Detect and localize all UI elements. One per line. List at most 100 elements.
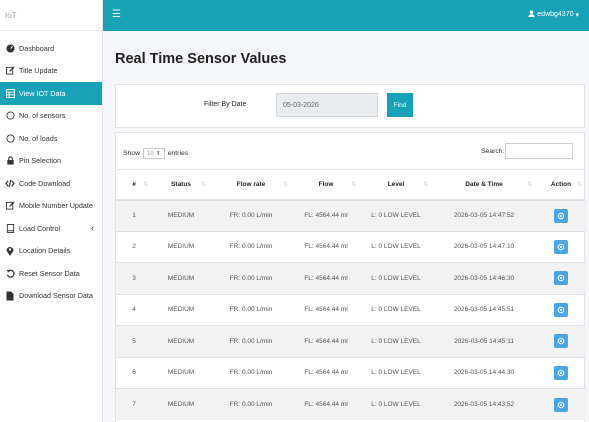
select-caret-icon: ⬍ — [155, 151, 161, 157]
sensor-table: # ⇅ Status ⇅ Flow rate ⇅ Flow ⇅ Level ⇅ Date … — [116, 169, 586, 420]
sidebar-item-label: Download Sensor Data — [19, 291, 93, 301]
search-input[interactable] — [505, 143, 573, 159]
action-cell — [536, 230, 586, 263]
sidebar-item-label: No. of sensors — [19, 111, 66, 121]
sidebar-item-no-of-sensors[interactable]: No. of sensors — [0, 105, 102, 128]
filter-label: Filter By Date — [204, 101, 247, 108]
chevron-left-icon: ‹ — [91, 223, 94, 234]
sidebar-item-label: Reset Sensor Data — [19, 268, 80, 278]
eye-icon — [557, 306, 565, 313]
sort-icon: ⇅ — [422, 182, 428, 188]
sidebar-item-pin-selection[interactable]: Pin Selection — [0, 150, 102, 173]
action-cell — [536, 356, 586, 389]
table-cell: FL: 4564.44 ml — [292, 262, 360, 294]
sidebar-item-load-control[interactable]: Load Control ‹ — [0, 217, 102, 240]
column-header[interactable]: Flow ⇅ — [292, 169, 360, 201]
user-icon — [528, 10, 535, 19]
table-cell: 2026-03-05 14:47:10 — [432, 230, 536, 263]
table-cell: 1 — [116, 199, 152, 231]
table-cell: L: 0 LOW LEVEL — [360, 293, 432, 326]
entries-label: entries — [167, 150, 189, 157]
sidebar-item-view-iot-data[interactable]: View IOT Data — [0, 82, 102, 105]
table-cell: 2026-03-05 14:43:52 — [432, 388, 536, 420]
table-cell: L: 0 LOW LEVEL — [360, 356, 432, 389]
table-cell: FR: 0.00 L/min — [210, 230, 292, 263]
sidebar-nav: Dashboard Title Update View IOT Data No.… — [0, 31, 102, 307]
sidebar: IoT Dashboard Title Update View IOT Data… — [0, 0, 103, 422]
view-button[interactable] — [554, 239, 568, 254]
sidebar-item-no-of-loads[interactable]: No. of loads — [0, 127, 102, 150]
eye-icon — [557, 212, 565, 219]
table-cell: 4 — [116, 293, 152, 326]
action-cell — [536, 262, 586, 294]
table-cell: 2026-03-05 14:44:30 — [432, 356, 536, 389]
table-cell: 5 — [116, 325, 152, 357]
menu-toggle-icon[interactable]: ☰ — [112, 9, 121, 20]
view-button[interactable] — [554, 365, 568, 380]
user-name: edwbg4370 — [537, 11, 574, 18]
sidebar-item-download-sensor-data[interactable]: Download Sensor Data — [0, 285, 102, 308]
map-marker-icon — [5, 246, 15, 256]
action-cell — [536, 325, 586, 357]
sidebar-item-code-download[interactable]: Code Download — [0, 172, 102, 195]
table-cell: MEDIUM — [152, 230, 210, 263]
sidebar-item-title-update[interactable]: Title Update — [0, 60, 102, 83]
action-cell — [536, 388, 586, 420]
table-cell: FL: 4564.44 ml — [292, 230, 360, 263]
brand-logo[interactable]: IoT — [0, 0, 102, 31]
find-button[interactable]: Find — [387, 93, 413, 117]
view-button[interactable] — [554, 397, 568, 412]
table-cell: FL: 4564.44 ml — [292, 293, 360, 326]
sort-icon: ⇅ — [142, 182, 148, 188]
view-button[interactable] — [554, 208, 568, 223]
table-cell: FL: 4564.44 ml — [292, 199, 360, 231]
column-header[interactable]: Action ⇅ — [536, 169, 586, 201]
table-cell: 2 — [116, 230, 152, 263]
sidebar-item-label: No. of loads — [19, 133, 58, 143]
table-cell: 7 — [116, 388, 152, 420]
view-button[interactable] — [554, 334, 568, 349]
column-header[interactable]: Date & Time ⇅ — [432, 169, 536, 201]
user-menu[interactable]: edwbg4370 ▾ — [528, 10, 579, 19]
sort-icon: ⇅ — [526, 182, 532, 188]
dashboard-icon — [5, 43, 15, 53]
table-cell: MEDIUM — [152, 388, 210, 420]
table-cell: MEDIUM — [152, 262, 210, 294]
table-cell: MEDIUM — [152, 356, 210, 389]
caret-down-icon: ▾ — [575, 11, 579, 19]
circle-icon — [5, 111, 15, 121]
table-cell: FR: 0.00 L/min — [210, 356, 292, 389]
date-input[interactable] — [276, 93, 378, 117]
eye-icon — [557, 401, 565, 408]
sidebar-item-label: Title Update — [19, 66, 58, 76]
show-label: Show — [123, 150, 141, 157]
sidebar-item-mobile-number-update[interactable]: Mobile Number Update — [0, 195, 102, 218]
action-cell — [536, 293, 586, 326]
view-button[interactable] — [554, 271, 568, 286]
sort-icon: ⇅ — [282, 182, 288, 188]
column-header[interactable]: Flow rate ⇅ — [210, 169, 292, 201]
sidebar-item-label: Load Control — [19, 223, 61, 233]
view-button[interactable] — [554, 302, 568, 317]
sidebar-item-label: Dashboard — [19, 43, 55, 53]
table-row: 7 MEDIUM FR: 0.00 L/min FL: 4564.44 ml L: 0 … — [116, 388, 586, 420]
edit-icon — [5, 201, 15, 211]
sidebar-item-label: Location Details — [19, 246, 71, 256]
sidebar-item-dashboard[interactable]: Dashboard — [0, 37, 102, 60]
edit-icon — [5, 66, 15, 76]
table-card: Show 10 ⬍ entries Search: # ⇅ Status ⇅ Flow… — [115, 132, 586, 422]
table-cell: FR: 0.00 L/min — [210, 293, 292, 326]
eye-icon — [557, 369, 565, 376]
column-header[interactable]: Level ⇅ — [360, 169, 432, 201]
table-cell: L: 0 LOW LEVEL — [360, 325, 432, 357]
entries-select[interactable]: 10 ⬍ — [143, 148, 165, 159]
sort-icon: ⇅ — [576, 182, 582, 188]
sidebar-item-location-details[interactable]: Location Details — [0, 240, 102, 263]
table-header-row: # ⇅ Status ⇅ Flow rate ⇅ Flow ⇅ Level ⇅ Date … — [116, 169, 586, 201]
column-header[interactable]: Status ⇅ — [152, 169, 210, 201]
table-body: 1 MEDIUM FR: 0.00 L/min FL: 4564.44 ml L: 0 … — [116, 199, 586, 420]
column-header[interactable]: # ⇅ — [116, 169, 152, 201]
sidebar-item-reset-sensor-data[interactable]: Reset Sensor Data — [0, 262, 102, 285]
topbar: ☰ edwbg4370 ▾ — [103, 0, 589, 31]
table-cell: FL: 4564.44 ml — [292, 388, 360, 420]
